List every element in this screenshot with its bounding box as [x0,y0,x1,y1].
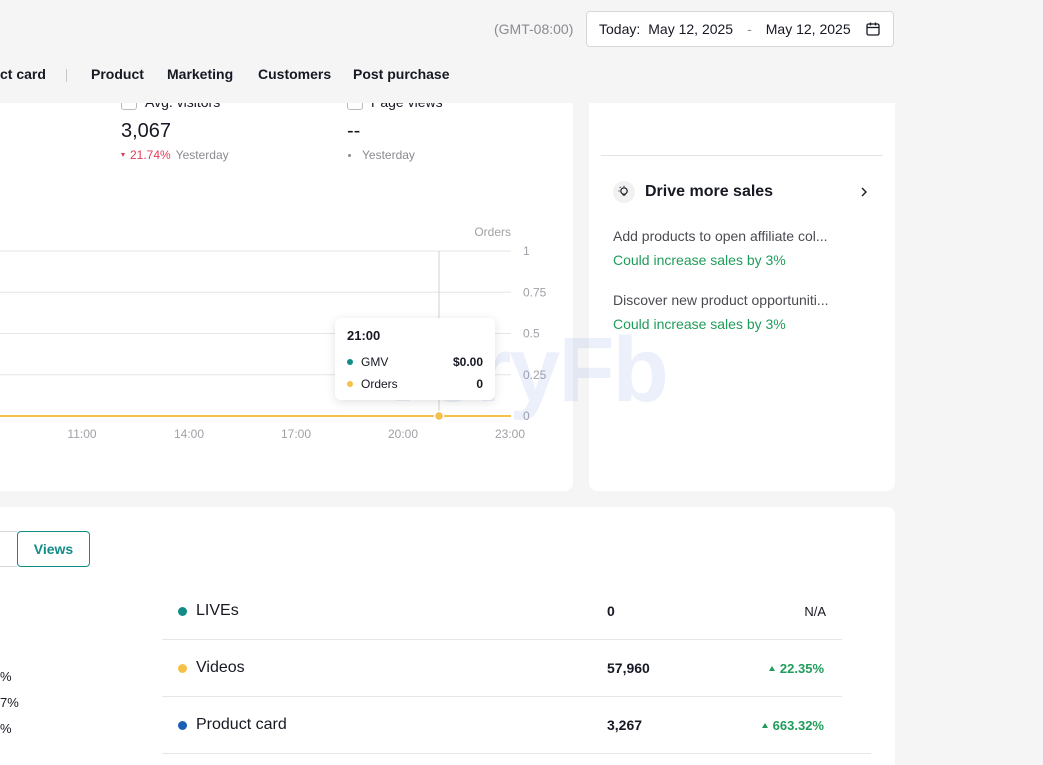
row-change: N/A [804,603,826,619]
date-separator: - [747,21,752,37]
tooltip-orders-value: 0 [476,377,483,391]
segment-button-prev[interactable] [0,531,17,567]
left-percent-3: % [0,721,12,736]
date-range-picker[interactable]: Today: May 12, 2025 - May 12, 2025 [586,11,894,47]
views-toggle-button[interactable]: Views [17,531,90,567]
nav-item-customers[interactable]: Customers [258,66,331,82]
table-row: Videos 57,960 22.35% [162,640,842,697]
left-percent-2: 7% [0,695,19,710]
trend-up-icon [768,665,775,671]
trend-up-icon [761,722,768,728]
lives-dot-icon [178,606,187,616]
chart-y-tick-label: 0.75 [523,285,547,299]
nav-item-product[interactable]: Product [91,66,144,82]
chevron-right-icon[interactable] [857,185,871,199]
chart-x-tick-label: 23:00 [495,427,525,441]
recommendation-title-2[interactable]: Discover new product opportuniti... [613,292,829,308]
recommendations-divider [601,155,883,156]
timezone-label: (GMT-08:00) [494,21,574,37]
chart-x-ticks: 11:00 14:00 17:00 20:00 23:00 [67,427,525,441]
page-views-change: Yesterday [348,148,415,162]
chart-x-tick-label: 11:00 [67,427,96,441]
row-name: Videos [196,659,245,676]
row-change-value: 22.35% [779,660,824,676]
tooltip-gmv-value: $0.00 [452,355,483,369]
row-change-value: 663.32% [772,717,824,733]
chart-x-tick-label: 20:00 [388,427,418,441]
tooltip-gmv-label: GMV [361,355,389,369]
avg-visitors-value: 3,067 [121,120,172,142]
chart-x-tick-label: 14:00 [174,427,204,441]
calendar-icon[interactable] [865,21,881,37]
tooltip-time: 21:00 [347,328,381,343]
row-change: 663.32% [761,717,824,733]
nav-item-post-purchase[interactable]: Post purchase [353,66,449,82]
chart-y-tick-label: 0.5 [523,327,540,341]
row-value: 57,960 [607,660,650,676]
lightbulb-icon [613,181,635,203]
table-row: LIVEs 0 N/A [162,583,842,640]
chart-hover-point [433,410,445,422]
row-value: 0 [607,603,615,619]
recommendation-impact-1: Could increase sales by 3% [613,252,786,268]
chart-y-axis-label: Orders [474,225,511,239]
chart-y-tick-label: 0 [523,409,530,423]
header-mask [0,86,573,103]
row-change: 22.35% [768,660,824,676]
left-percent-1: % [0,669,12,684]
videos-dot-icon [178,663,187,673]
table-row: Product card 3,267 663.32% [162,697,871,754]
date-end: May 12, 2025 [765,21,851,37]
page-views-value: -- [347,120,361,142]
chart-y-ticks: 1 0.75 0.5 0.25 0 [523,244,547,423]
orders-dot-icon [347,381,353,387]
chart-x-tick-label: 17:00 [281,427,311,441]
date-range-label: Today: [599,21,641,37]
chart-y-tick-label: 0.25 [523,368,547,382]
tooltip-row-orders: Orders 0 [347,373,483,395]
nav-item-product-card[interactable]: ct card [0,66,46,82]
tooltip-row-gmv: GMV $0.00 [347,351,483,373]
row-name: LIVEs [196,602,239,619]
recommendation-impact-2: Could increase sales by 3% [613,316,786,332]
avg-visitors-change: 21.74% Yesterday [121,148,229,162]
page-views-compare: Yesterday [362,148,415,162]
chart-tooltip: 21:00 GMV $0.00 Orders 0 [335,318,495,400]
drive-more-sales-header[interactable]: Drive more sales [613,180,871,204]
product-card-dot-icon [178,720,187,730]
recommendation-title-1[interactable]: Add products to open affiliate col... [613,228,828,244]
date-start: May 12, 2025 [648,21,734,37]
tooltip-orders-label: Orders [361,377,398,391]
trend-down-icon [121,153,125,157]
trend-neutral-icon [348,153,351,157]
gmv-dot-icon [347,359,353,365]
chart-y-tick-label: 1 [523,244,530,258]
avg-visitors-change-value: 21.74% [130,148,171,162]
row-value: 3,267 [607,717,643,733]
avg-visitors-compare: Yesterday [175,148,229,162]
nav-item-marketing[interactable]: Marketing [167,66,233,82]
row-name: Product card [196,716,287,733]
drive-more-sales-title: Drive more sales [645,183,774,200]
nav-divider [66,69,67,82]
